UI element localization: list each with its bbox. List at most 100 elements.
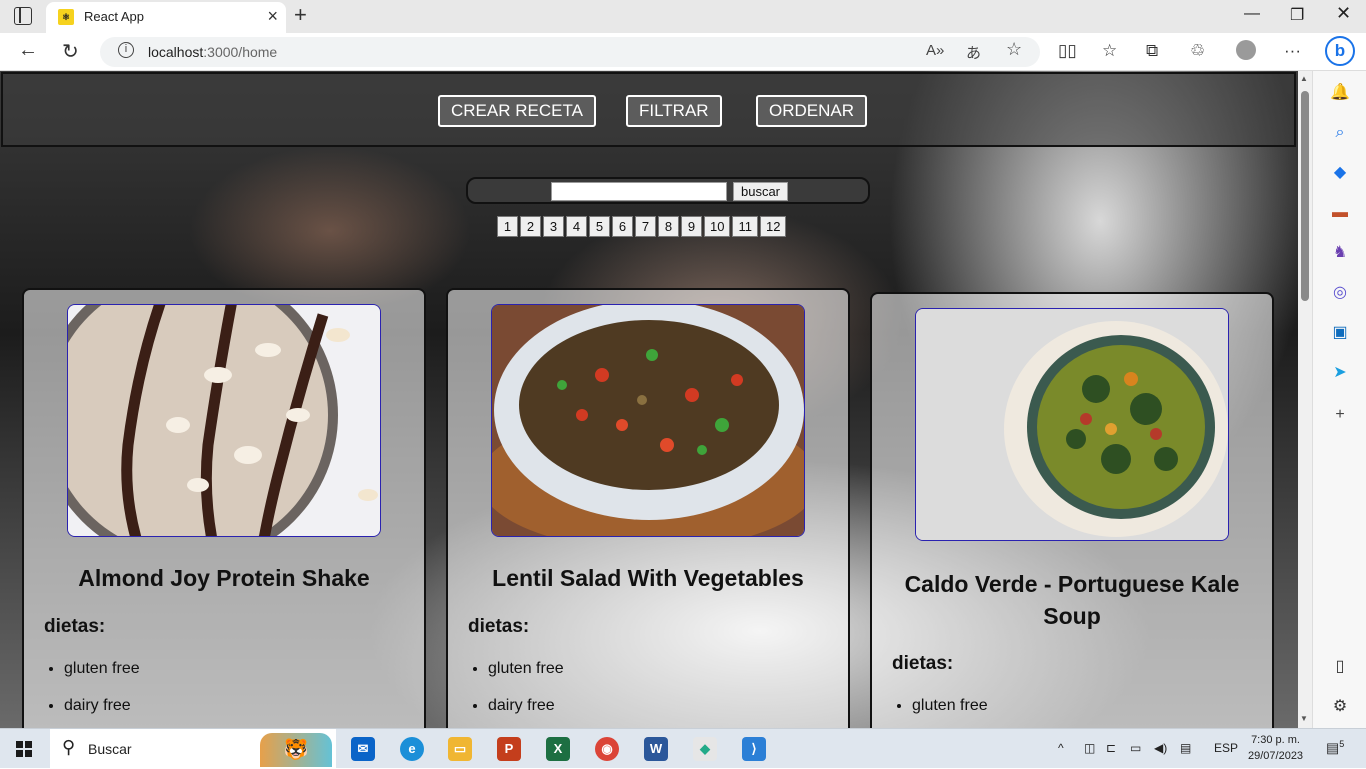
page-button-2[interactable]: 2: [520, 216, 541, 237]
notification-center-icon[interactable]: ▤5: [1326, 739, 1344, 757]
search-button[interactable]: buscar: [733, 182, 788, 201]
new-tab-icon[interactable]: +: [294, 2, 307, 28]
microsoft365-icon[interactable]: ◎: [1330, 283, 1350, 303]
page-button-6[interactable]: 6: [612, 216, 633, 237]
page-button-10[interactable]: 10: [704, 216, 731, 237]
back-icon[interactable]: ←: [18, 39, 38, 62]
diet-item: gluten free: [488, 659, 564, 696]
page-button-7[interactable]: 7: [635, 216, 656, 237]
search-icon: ⚲: [62, 737, 76, 757]
page-button-12[interactable]: 12: [759, 216, 787, 237]
mail-app-icon[interactable]: ✉: [351, 737, 375, 761]
favorite-star-icon[interactable]: ☆: [1006, 39, 1022, 60]
tab-actions-icon[interactable]: [14, 7, 32, 25]
outlook-icon[interactable]: ▣: [1330, 323, 1350, 343]
page-button-8[interactable]: 8: [658, 216, 679, 237]
recipe-image[interactable]: [491, 304, 805, 537]
edge-app-icon[interactable]: e: [400, 737, 424, 761]
translate-icon[interactable]: あ: [966, 42, 981, 63]
page-button-11[interactable]: 11: [732, 216, 758, 237]
vscode-icon[interactable]: ⟩: [742, 737, 766, 761]
volume-icon[interactable]: ◀): [1154, 741, 1167, 755]
recipe-card[interactable]: Almond Joy Protein Shake dietas: gluten …: [22, 288, 426, 728]
excel-icon[interactable]: X: [546, 737, 570, 761]
address-bar-row: ← ↻ i localhost:3000/home A» あ ☆ ▯▯ ☆ ⧉ …: [0, 33, 1366, 71]
diet-item: gluten free: [64, 659, 140, 696]
split-screen-icon[interactable]: ▯▯: [1058, 41, 1077, 61]
app-navbar: CREAR RECETA FILTRAR ORDENAR: [1, 72, 1296, 147]
site-info-icon[interactable]: i: [118, 42, 134, 58]
scroll-thumb[interactable]: [1301, 91, 1309, 301]
tools-briefcase-icon[interactable]: ▬: [1330, 203, 1350, 223]
page-scrollbar[interactable]: ▲ ▼: [1298, 71, 1312, 728]
word-icon[interactable]: W: [644, 737, 668, 761]
page-button-5[interactable]: 5: [589, 216, 610, 237]
page-button-1[interactable]: 1: [497, 216, 518, 237]
url-host: localhost: [148, 44, 204, 60]
minimize-icon[interactable]: —: [1244, 5, 1260, 23]
more-menu-icon[interactable]: ···: [1284, 41, 1301, 61]
recipe-title: Almond Joy Protein Shake: [78, 565, 370, 591]
input-language[interactable]: ESP: [1214, 741, 1238, 755]
page-button-3[interactable]: 3: [543, 216, 564, 237]
favorites-icon[interactable]: ☆: [1102, 41, 1117, 61]
recipe-title: Caldo Verde - Portuguese Kale Soup: [904, 571, 1240, 629]
close-tab-icon[interactable]: ×: [267, 6, 278, 27]
url-text: localhost:3000/home: [148, 44, 277, 60]
sidebar-toggle-icon[interactable]: ▯: [1330, 657, 1350, 677]
taskbar-clock[interactable]: 7:30 p. m. 29/07/2023: [1248, 732, 1303, 764]
tab-title: React App: [84, 9, 144, 24]
dietas-label: dietas:: [44, 616, 106, 637]
notifications-bell-icon[interactable]: 🔔: [1330, 83, 1350, 103]
diet-list: gluten free dairy free: [64, 659, 140, 728]
network-icon[interactable]: ▭: [1130, 741, 1141, 755]
extensions-icon[interactable]: ♲: [1190, 41, 1205, 61]
add-sidebar-app-icon[interactable]: +: [1330, 405, 1350, 425]
send-icon[interactable]: ➤: [1330, 363, 1350, 383]
browser-tabstrip: ⚛ React App × + — ❐ ✕: [0, 0, 1366, 33]
keyboard-icon[interactable]: ▤: [1180, 741, 1191, 755]
filtrar-button[interactable]: FILTRAR: [626, 95, 722, 127]
page-button-4[interactable]: 4: [566, 216, 587, 237]
show-hidden-icons-chevron-icon[interactable]: ^: [1058, 741, 1064, 755]
git-app-icon[interactable]: ◆: [693, 737, 717, 761]
read-aloud-icon[interactable]: A»: [926, 42, 944, 59]
recipe-title: Lentil Salad With Vegetables: [492, 565, 804, 591]
clock-date: 29/07/2023: [1248, 750, 1304, 762]
edge-sidebar: 🔔 ⌕ ◆ ▬ ♞ ◎ ▣ ➤ + ▯ ⚙: [1312, 71, 1366, 728]
search-icon[interactable]: ⌕: [1330, 123, 1350, 143]
windows-start-icon[interactable]: [16, 741, 32, 757]
browser-tab[interactable]: ⚛ React App ×: [46, 2, 286, 33]
scroll-up-icon[interactable]: ▲: [1300, 74, 1308, 83]
refresh-icon[interactable]: ↻: [62, 39, 79, 64]
restore-icon[interactable]: ❐: [1290, 5, 1304, 25]
powerpoint-icon[interactable]: P: [497, 737, 521, 761]
scroll-down-icon[interactable]: ▼: [1300, 714, 1308, 723]
ordenar-button[interactable]: ORDENAR: [756, 95, 868, 127]
games-icon[interactable]: ♞: [1330, 243, 1350, 263]
recipe-image[interactable]: [67, 304, 381, 537]
clock-time: 7:30 p. m.: [1251, 734, 1300, 746]
url-field[interactable]: i localhost:3000/home A» あ ☆: [100, 37, 1040, 67]
recipe-card[interactable]: Caldo Verde - Portuguese Kale Soup dieta…: [870, 292, 1274, 728]
page-button-9[interactable]: 9: [681, 216, 702, 237]
shopping-tag-icon[interactable]: ◆: [1330, 163, 1350, 183]
diet-item: dairy free: [64, 696, 140, 728]
meet-camera-icon[interactable]: ◫: [1084, 741, 1095, 755]
notification-count: 5: [1339, 739, 1345, 749]
search-input[interactable]: [551, 182, 727, 201]
recipe-card[interactable]: Lentil Salad With Vegetables dietas: glu…: [446, 288, 850, 728]
recipe-image[interactable]: [915, 308, 1229, 541]
taskbar-search-box[interactable]: ⚲ Buscar 🐯: [50, 729, 336, 769]
usb-icon[interactable]: ⊏: [1106, 741, 1116, 755]
crear-receta-button[interactable]: CREAR RECETA: [438, 95, 596, 127]
diet-list: gluten free: [912, 696, 988, 728]
close-window-icon[interactable]: ✕: [1336, 3, 1351, 24]
profile-avatar[interactable]: [1236, 40, 1256, 60]
chrome-icon[interactable]: ◉: [595, 737, 619, 761]
tiger-widget-icon[interactable]: 🐯: [260, 733, 332, 767]
bing-copilot-icon[interactable]: b: [1325, 36, 1355, 66]
file-explorer-icon[interactable]: ▭: [448, 737, 472, 761]
sidebar-settings-gear-icon[interactable]: ⚙: [1330, 697, 1350, 717]
collections-icon[interactable]: ⧉: [1146, 41, 1158, 61]
